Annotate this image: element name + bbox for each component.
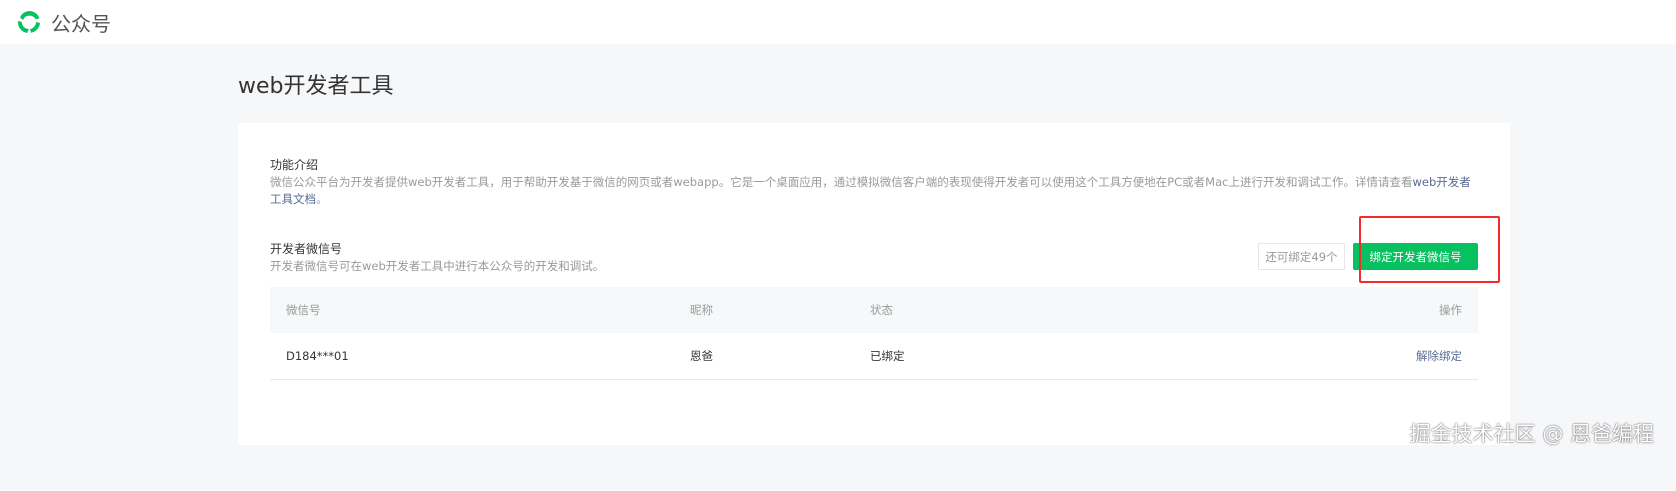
developer-table: 微信号 昵称 状态 操作 D184***01 恩爸 已绑定 解除绑定 [270,287,1478,380]
watermark: 掘金技术社区 @ 恩爸编程 [1409,422,1654,446]
col-action: 操作 [1439,303,1462,317]
page-title: web开发者工具 [238,74,394,99]
intro-text: 微信公众平台为开发者提供web开发者工具，用于帮助开发基于微信的网页或者weba… [270,175,1413,189]
cell-nickname: 恩爸 [690,349,713,363]
brand-name[interactable]: 公众号 [51,8,111,37]
col-wechat-id: 微信号 [286,303,321,317]
table-header: 微信号 昵称 状态 操作 [270,287,1478,333]
table-row: D184***01 恩爸 已绑定 解除绑定 [270,333,1478,380]
col-nickname: 昵称 [690,303,713,317]
unbind-link[interactable]: 解除绑定 [1416,348,1462,364]
content-card: 功能介绍 微信公众平台为开发者提供web开发者工具，用于帮助开发基于微信的网页或… [238,123,1510,445]
col-status: 状态 [870,303,893,317]
logo-icon [17,10,40,33]
intro-end: 。 [316,192,328,206]
highlight-box [1359,216,1500,283]
intro-title: 功能介绍 [270,158,319,172]
remaining-count: 还可绑定49个 [1258,243,1345,270]
cell-wechat-id: D184***01 [286,349,349,363]
dev-title: 开发者微信号 [270,242,343,256]
intro-desc: 微信公众平台为开发者提供web开发者工具，用于帮助开发基于微信的网页或者weba… [270,174,1480,208]
cell-status: 已绑定 [870,349,905,363]
top-header: 公众号 [0,0,1676,44]
